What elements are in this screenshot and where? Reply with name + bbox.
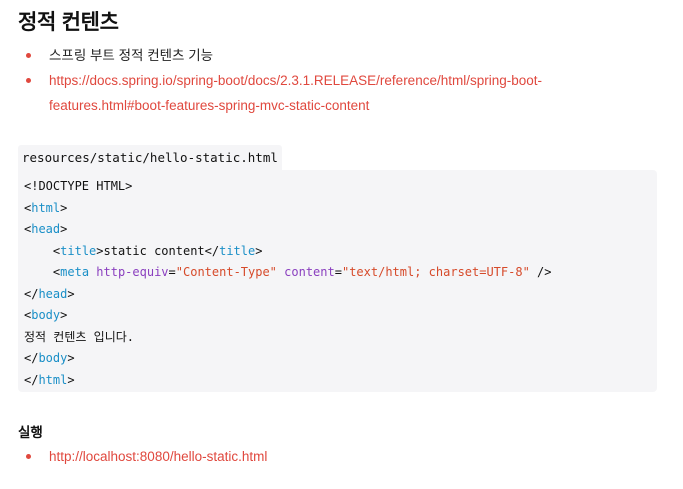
tag-name: body bbox=[38, 351, 68, 365]
bracket: > bbox=[60, 222, 68, 236]
title-text: static content bbox=[103, 243, 205, 258]
localhost-link[interactable]: http://localhost:8080/hello-static.html bbox=[49, 449, 267, 464]
link-line-2[interactable]: features.html#boot-features-spring-mvc-s… bbox=[49, 98, 369, 113]
code-line: </body> bbox=[24, 348, 657, 370]
bracket: > bbox=[60, 200, 68, 215]
code-line: 정적 컨텐츠 입니다. bbox=[24, 327, 657, 349]
tag-name: html bbox=[38, 372, 68, 387]
code-line: </head> bbox=[24, 284, 657, 306]
bullet-icon bbox=[26, 53, 31, 58]
run-heading: 실행 bbox=[18, 425, 43, 440]
attribute-value: "Content-Type" bbox=[175, 265, 277, 279]
bracket: > bbox=[255, 243, 263, 258]
bullet-text: 스프링 부트 정적 컨텐츠 기능 bbox=[49, 48, 214, 63]
bracket: /> bbox=[529, 265, 552, 279]
tag-name: head bbox=[38, 286, 68, 301]
bracket: > bbox=[67, 286, 75, 301]
list-item: 스프링 부트 정적 컨텐츠 기능 bbox=[0, 43, 609, 68]
code-filename: resources/static/hello-static.html bbox=[18, 145, 282, 170]
tag-name: body bbox=[31, 308, 61, 322]
code-line: <!DOCTYPE HTML> bbox=[24, 176, 657, 198]
bracket: > bbox=[67, 351, 75, 365]
tag-name: title bbox=[219, 243, 256, 258]
attribute-name: http-equiv bbox=[96, 265, 169, 279]
bracket: > bbox=[67, 372, 75, 387]
bracket: </ bbox=[24, 372, 39, 387]
tag-name: html bbox=[31, 200, 61, 215]
spring-docs-link[interactable]: https://docs.spring.io/spring-boot/docs/… bbox=[49, 73, 542, 113]
equals: = bbox=[168, 265, 176, 279]
equals: = bbox=[334, 265, 342, 279]
link-line-1[interactable]: https://docs.spring.io/spring-boot/docs/… bbox=[49, 73, 542, 88]
bullet-icon bbox=[26, 454, 31, 459]
tag-name: meta bbox=[60, 265, 90, 279]
body-text: 정적 컨텐츠 입니다. bbox=[24, 329, 134, 344]
bullet-icon bbox=[26, 78, 31, 83]
code-block: <!DOCTYPE HTML> <html> <head> <title>sta… bbox=[18, 170, 657, 392]
code-line: <html> bbox=[24, 198, 657, 220]
tag-name: head bbox=[31, 222, 61, 236]
code-line: <meta http-equiv="Content-Type" content=… bbox=[24, 262, 657, 284]
list-item: http://localhost:8080/hello-static.html bbox=[0, 444, 267, 469]
run-list: http://localhost:8080/hello-static.html bbox=[0, 444, 267, 469]
attribute-value: "text/html; charset=UTF-8" bbox=[341, 265, 530, 279]
code-line: </html> bbox=[24, 370, 657, 392]
bracket: </ bbox=[24, 286, 39, 301]
bracket: > bbox=[96, 243, 104, 258]
list-item: https://docs.spring.io/spring-boot/docs/… bbox=[0, 68, 609, 118]
document-page: 정적 컨텐츠 스프링 부트 정적 컨텐츠 기능 https://docs.spr… bbox=[0, 0, 683, 489]
code-line: <title>static content</title> bbox=[24, 241, 657, 263]
code-line: <head> bbox=[24, 219, 657, 241]
tag-name: title bbox=[60, 243, 97, 258]
intro-list: 스프링 부트 정적 컨텐츠 기능 https://docs.spring.io/… bbox=[0, 43, 609, 118]
doctype-text: <!DOCTYPE HTML> bbox=[24, 179, 133, 193]
page-title: 정적 컨텐츠 bbox=[18, 11, 119, 34]
code-line: <body> bbox=[24, 305, 657, 327]
bracket: </ bbox=[204, 243, 220, 258]
bracket: </ bbox=[24, 351, 39, 365]
bracket: > bbox=[60, 308, 68, 322]
attribute-name: content bbox=[284, 265, 335, 279]
